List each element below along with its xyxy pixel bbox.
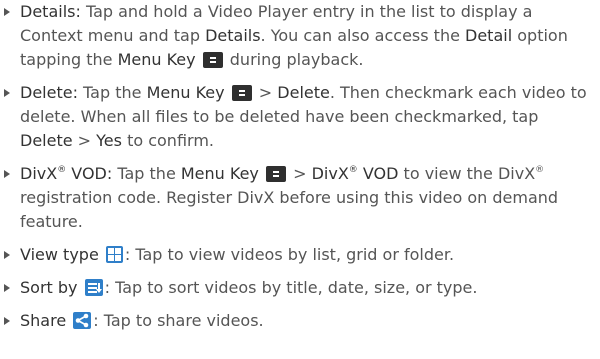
bullet-arrow-icon bbox=[4, 251, 10, 259]
term-sort-by: Sort by bbox=[20, 278, 78, 297]
term-share: Share bbox=[20, 311, 67, 330]
term-view-type: View type bbox=[20, 245, 99, 264]
list-item-view-type: View type : Tap to view videos by list, … bbox=[0, 243, 600, 267]
bullet-arrow-icon bbox=[4, 317, 10, 325]
term-delete: Delete: bbox=[20, 83, 78, 102]
list-item-sort-by: Sort by : Tap to sort videos by title, d… bbox=[0, 276, 600, 300]
list-item-share: Share : Tap to share videos. bbox=[0, 309, 600, 333]
bullet-arrow-icon bbox=[4, 170, 10, 178]
menu-key-icon bbox=[202, 52, 223, 68]
bullet-arrow-icon bbox=[4, 284, 10, 292]
term-divx-vod: DivX® VOD: bbox=[20, 164, 113, 183]
list-item-divx-vod: DivX® VOD: Tap the Menu Key > DivX® VOD … bbox=[0, 162, 600, 234]
sort-icon bbox=[84, 279, 103, 296]
share-icon bbox=[73, 312, 92, 329]
bullet-arrow-icon bbox=[4, 8, 10, 16]
help-list: Details: Tap and hold a Video Player ent… bbox=[0, 0, 600, 342]
menu-key-icon bbox=[266, 166, 286, 182]
view-type-icon bbox=[105, 246, 123, 263]
list-item-details: Details: Tap and hold a Video Player ent… bbox=[0, 0, 600, 72]
bullet-arrow-icon bbox=[4, 89, 10, 97]
term-details: Details: bbox=[20, 2, 81, 21]
list-item-delete: Delete: Tap the Menu Key > Delete. Then … bbox=[0, 81, 600, 153]
menu-key-icon bbox=[231, 85, 252, 101]
